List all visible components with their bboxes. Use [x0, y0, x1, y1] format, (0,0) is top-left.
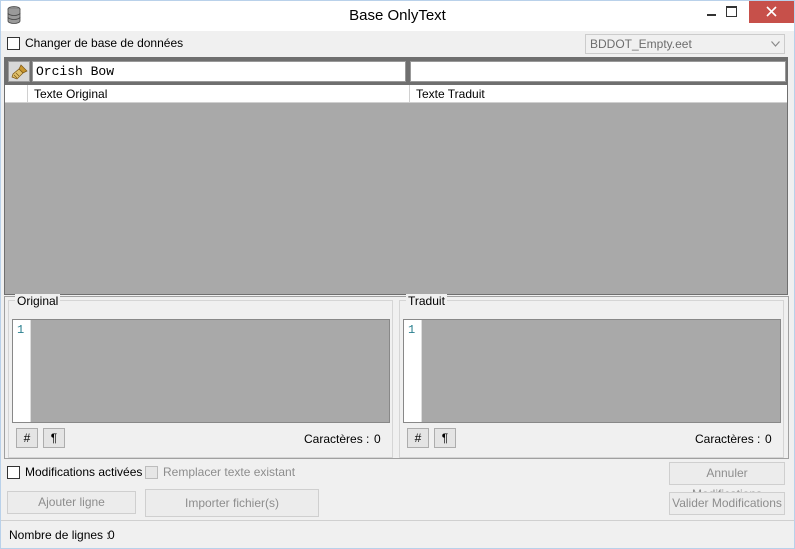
modifications-checkbox[interactable]	[7, 466, 20, 479]
change-db-checkbox[interactable]	[7, 37, 20, 50]
original-chars-count: 0	[374, 432, 381, 446]
translated-pilcrow-button[interactable]: ¶	[434, 428, 456, 448]
replace-checkbox[interactable]	[145, 466, 158, 479]
close-icon	[766, 6, 777, 17]
change-db-label[interactable]: Changer de base de données	[25, 36, 183, 50]
original-editor[interactable]: 1	[12, 319, 390, 423]
translated-hash-button[interactable]: #	[407, 428, 429, 448]
maximize-button[interactable]	[717, 1, 747, 23]
column-header-original[interactable]: Texte Original	[28, 85, 410, 103]
translated-group-title: Traduit	[406, 294, 447, 308]
main-window: Base OnlyText Changer de base de données…	[0, 0, 795, 549]
row-selector-header[interactable]	[5, 85, 28, 103]
line-count-label: Nombre de lignes :	[9, 528, 110, 542]
chevron-down-icon	[771, 41, 780, 47]
validate-modifications-button[interactable]: Valider Modifications	[669, 492, 785, 515]
clear-filter-button[interactable]	[8, 61, 30, 82]
translated-chars-count: 0	[765, 432, 772, 446]
line-gutter: 1	[13, 320, 31, 422]
add-line-button[interactable]: Ajouter ligne	[7, 491, 136, 514]
original-group-title: Original	[15, 294, 61, 308]
filter-row	[5, 58, 787, 85]
cancel-modifications-button[interactable]: Annuler Modifications	[669, 462, 785, 501]
db-select-value: BDDOT_Empty.eet	[590, 37, 692, 51]
translated-chars-label: Caractères :	[695, 432, 761, 446]
translated-editor[interactable]: 1	[403, 319, 781, 423]
replace-label[interactable]: Remplacer texte existant	[163, 465, 295, 479]
status-bar: Nombre de lignes : 0	[1, 520, 794, 548]
line-gutter: 1	[404, 320, 422, 422]
original-chars-label: Caractères :	[304, 432, 370, 446]
original-pilcrow-button[interactable]: ¶	[43, 428, 65, 448]
translated-group: Traduit 1 # ¶ Caractères : 0	[399, 294, 784, 458]
modifications-label[interactable]: Modifications activées	[25, 465, 142, 479]
original-group: Original 1 # ¶ Caractères : 0	[8, 294, 393, 458]
grid-header: Texte Original Texte Traduit	[5, 85, 787, 103]
line-number: 1	[408, 323, 416, 337]
brush-icon	[11, 64, 28, 80]
title-bar[interactable]: Base OnlyText	[1, 1, 794, 31]
window-title: Base OnlyText	[349, 7, 446, 24]
filter-translated-input[interactable]	[410, 61, 786, 82]
import-files-button[interactable]: Importer fichier(s)	[145, 489, 319, 517]
line-count-value: 0	[108, 528, 115, 542]
filter-original-input[interactable]	[32, 61, 406, 82]
text-grid[interactable]: Texte Original Texte Traduit	[4, 57, 788, 295]
close-button[interactable]	[749, 1, 794, 23]
db-select[interactable]: BDDOT_Empty.eet	[585, 34, 785, 54]
column-header-translated[interactable]: Texte Traduit	[410, 85, 787, 103]
line-number: 1	[17, 323, 25, 337]
original-hash-button[interactable]: #	[16, 428, 38, 448]
